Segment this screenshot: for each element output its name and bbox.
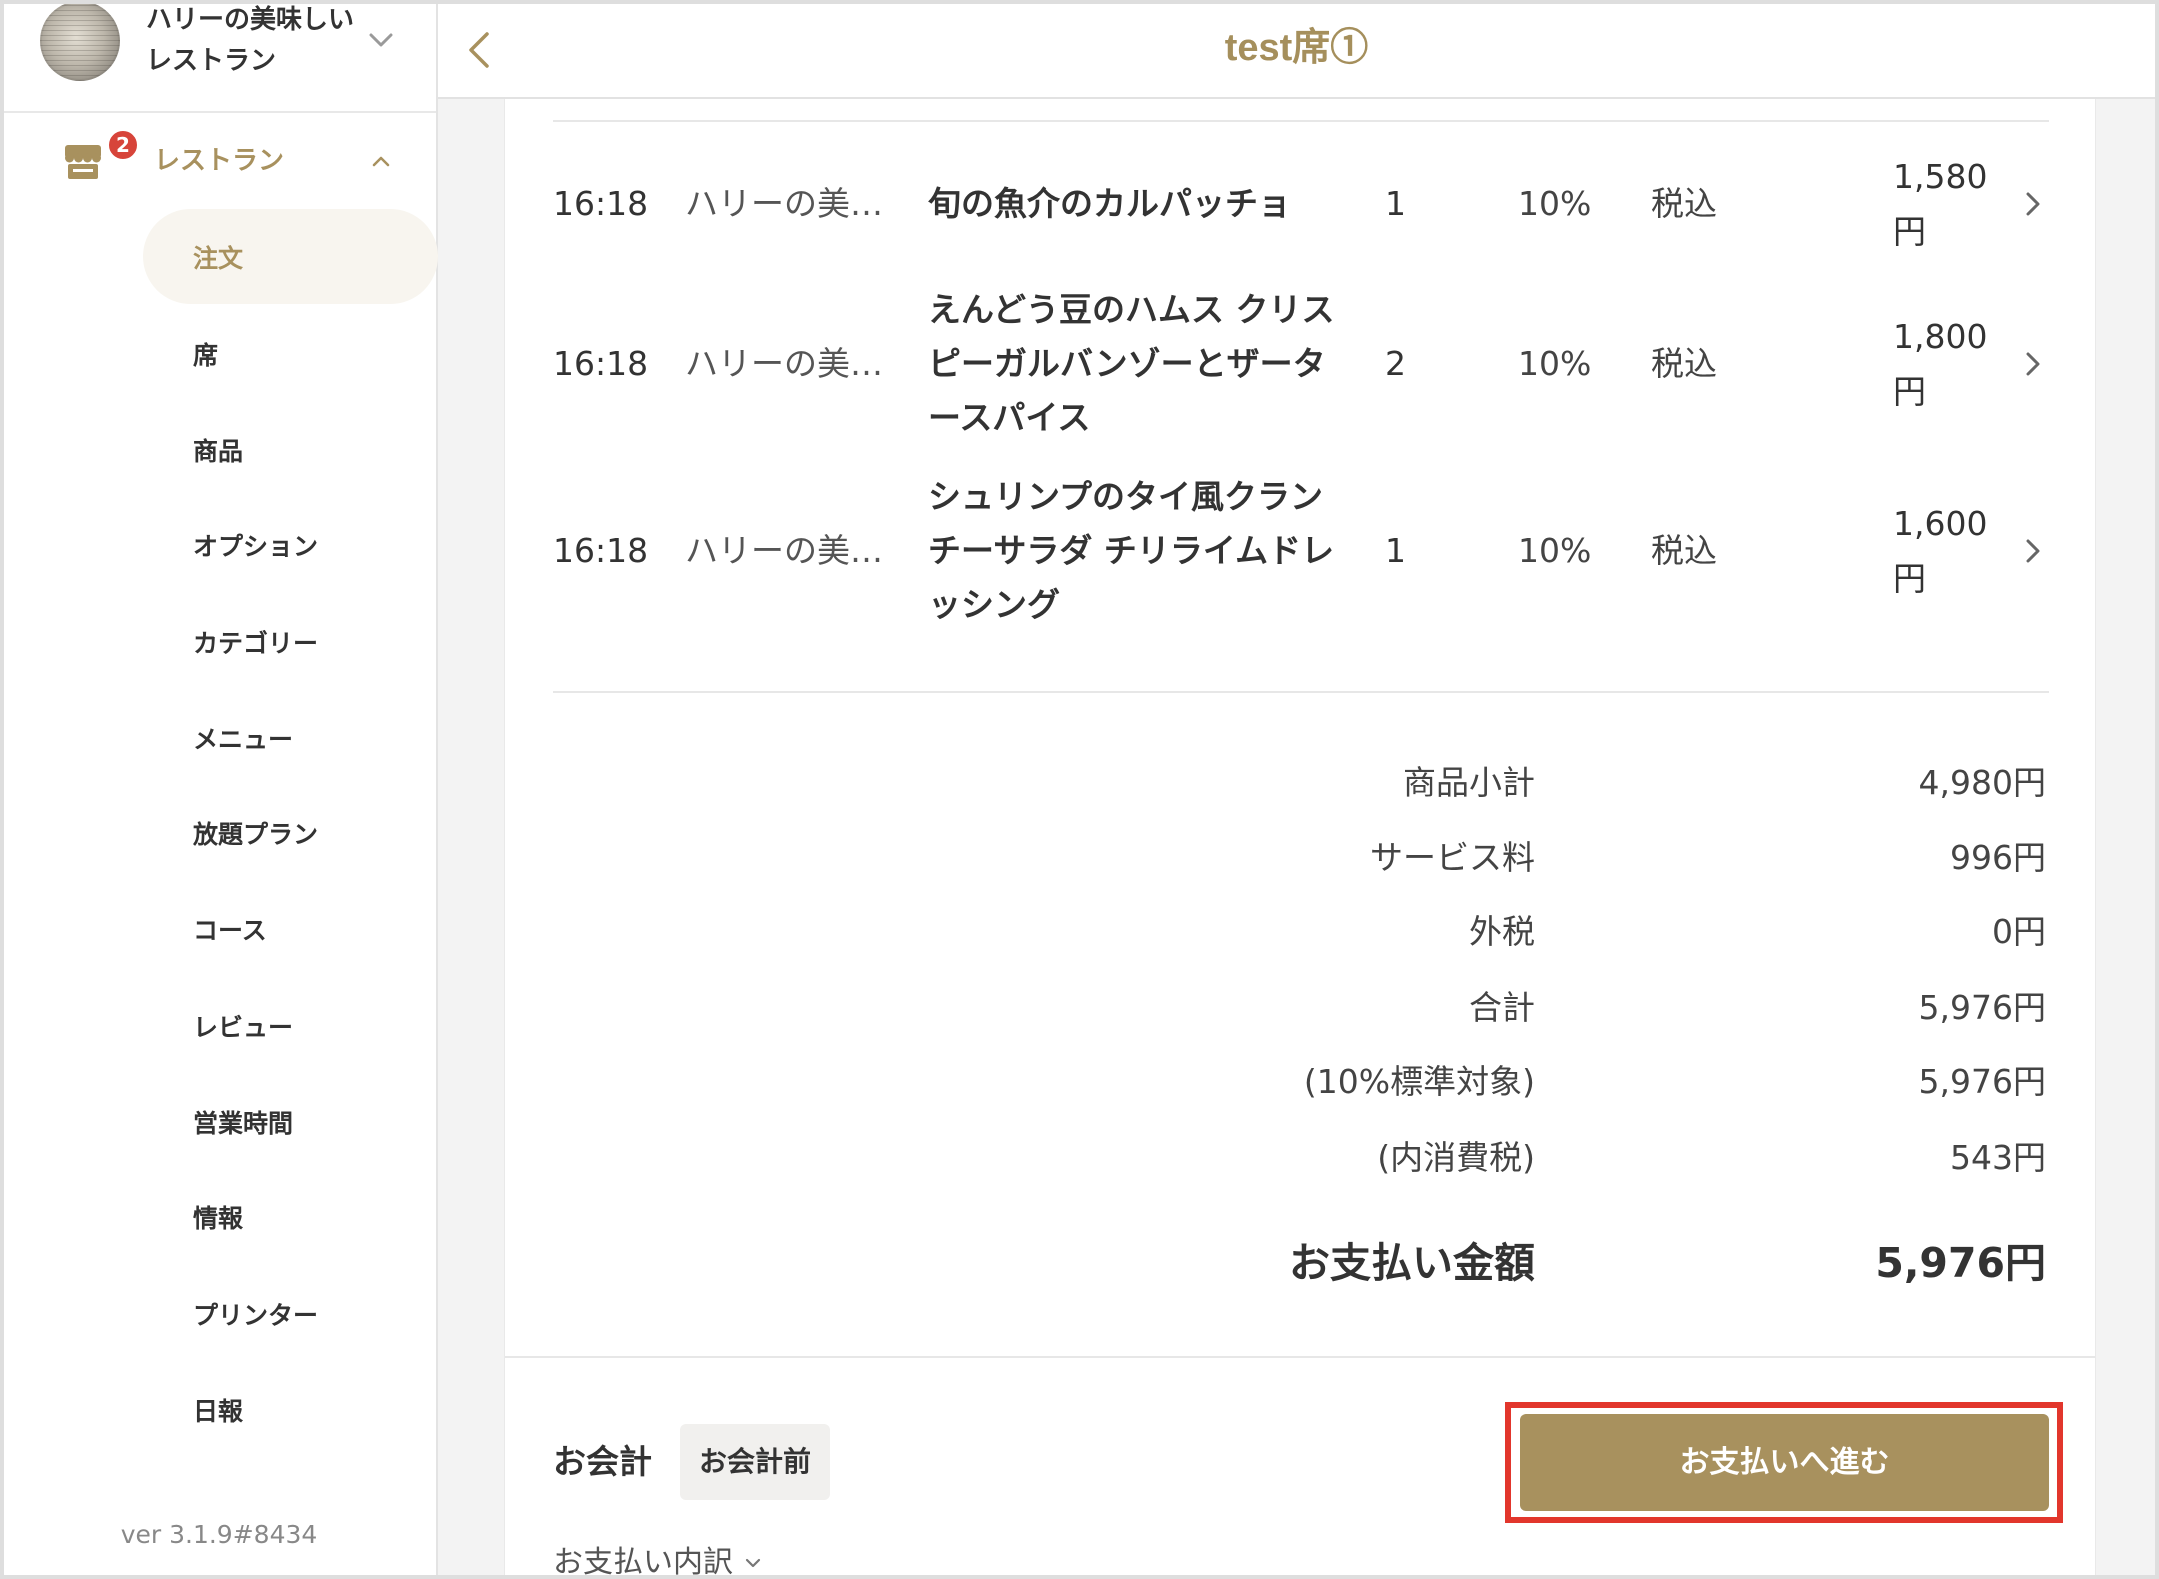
summary-value: 5,976円: [1918, 988, 2046, 1027]
order-price: 1,580円: [1893, 157, 1988, 251]
summary-value: 996円: [1950, 838, 2046, 877]
order-row[interactable]: 16:18 ハリーの美… えんどう豆のハムス クリスピーガルバンゾーとザータース…: [553, 282, 2049, 446]
order-tax-rate: 10%: [1518, 184, 1592, 223]
page-title: test席①: [1224, 27, 1369, 69]
sidebar-item-seats[interactable]: 席: [143, 306, 438, 401]
restaurant-name: ハリーの美味しいレストラン: [146, 5, 355, 76]
order-store: ハリーの美…: [685, 184, 883, 223]
order-time: 16:18: [553, 184, 649, 223]
summary-label: (10%標準対象): [1303, 1062, 1535, 1101]
order-detail-card: 16:18 ハリーの美… 旬の魚介のカルパッチョ 1 10% 税込 1,580円…: [504, 99, 2096, 1579]
sidebar-item-label: プリンター: [193, 1300, 319, 1330]
summary-label: 外税: [1469, 912, 1535, 951]
summary-label: 商品小計: [1403, 763, 1535, 802]
account-switcher[interactable]: ハリーの美味しいレストラン: [0, 0, 436, 113]
sidebar-item-label: 商品: [193, 436, 244, 466]
nav-section-restaurant[interactable]: 2 レストラン: [50, 125, 420, 197]
divider: [553, 691, 2049, 693]
sidebar-item-info[interactable]: 情報: [143, 1169, 438, 1264]
summary-value: 5,976円: [1918, 1062, 2046, 1101]
sidebar-item-label: カテゴリー: [193, 628, 319, 658]
order-tax-rate: 10%: [1518, 344, 1592, 383]
payment-breakdown-toggle[interactable]: お支払い内訳: [553, 1546, 761, 1579]
summary-value: 0円: [1992, 912, 2046, 951]
summary-value: 4,980円: [1918, 763, 2046, 802]
status-badge: お会計前: [680, 1424, 830, 1500]
order-row[interactable]: 16:18 ハリーの美… 旬の魚介のカルパッチョ 1 10% 税込 1,580円: [553, 149, 2049, 259]
divider: [553, 120, 2049, 122]
sidebar-item-label: 日報: [193, 1396, 244, 1426]
sidebar-item-label: レビュー: [193, 1012, 294, 1042]
order-tax-type: 税込: [1651, 184, 1717, 223]
order-item-name: 旬の魚介のカルパッチョ: [928, 184, 1291, 223]
order-time: 16:18: [553, 344, 649, 383]
chevron-down-icon[interactable]: [368, 32, 394, 48]
summary-label: サービス料: [1370, 838, 1535, 877]
order-row[interactable]: 16:18 ハリーの美… シュリンプのタイ風クランチーサラダ チリライムドレッシ…: [553, 469, 2049, 633]
avatar: [40, 1, 120, 81]
order-store: ハリーの美…: [685, 531, 883, 570]
summary-value: 543円: [1950, 1138, 2046, 1177]
payment-breakdown-label: お支払い内訳: [553, 1545, 733, 1579]
version-label: ver 3.1.9#8434: [120, 1520, 318, 1549]
order-quantity: 1: [1385, 184, 1406, 223]
order-tax-type: 税込: [1651, 344, 1717, 383]
sidebar-item-label: メニュー: [193, 724, 294, 754]
order-price: 1,800円: [1893, 317, 1988, 411]
order-time: 16:18: [553, 531, 649, 570]
chevron-down-icon: [745, 1558, 761, 1567]
sidebar-item-courses[interactable]: コース: [143, 881, 438, 976]
order-price: 1,600円: [1893, 504, 1988, 598]
order-item-name: シュリンプのタイ風クランチーサラダ チリライムドレッシング: [928, 477, 1335, 624]
sidebar-item-label: 席: [193, 340, 219, 370]
notification-badge: 2: [107, 129, 139, 161]
order-tax-type: 税込: [1651, 531, 1717, 570]
sidebar-item-label: 放題プラン: [193, 819, 319, 849]
proceed-to-payment-button[interactable]: お支払いへ進む: [1520, 1414, 2049, 1511]
summary-label: 合計: [1469, 988, 1535, 1027]
order-tax-rate: 10%: [1518, 531, 1592, 570]
sidebar-item-daily-report[interactable]: 日報: [143, 1362, 438, 1457]
sidebar-item-menu[interactable]: メニュー: [143, 690, 438, 785]
sidebar: ハリーの美味しいレストラン 2 レストラン 注文 席 商品 オプション カテゴリ…: [0, 0, 438, 1579]
store-icon: [65, 145, 101, 179]
chevron-right-icon[interactable]: [2025, 538, 2041, 564]
nav-section-label: レストラン: [154, 146, 285, 176]
sidebar-item-products[interactable]: 商品: [143, 402, 438, 497]
sidebar-item-business-hours[interactable]: 営業時間: [143, 1074, 438, 1169]
sidebar-item-unlimited-plans[interactable]: 放題プラン: [143, 785, 438, 880]
page-header: test席①: [438, 0, 2159, 99]
chevron-right-icon[interactable]: [2025, 191, 2041, 217]
order-quantity: 2: [1385, 344, 1406, 383]
sidebar-item-reviews[interactable]: レビュー: [143, 978, 438, 1073]
footer-divider: [505, 1356, 2095, 1358]
sidebar-item-label: オプション: [193, 531, 319, 561]
chevron-right-icon[interactable]: [2025, 351, 2041, 377]
sidebar-item-categories[interactable]: カテゴリー: [143, 594, 438, 689]
chevron-up-icon[interactable]: [372, 155, 390, 167]
sidebar-item-orders[interactable]: 注文: [143, 209, 438, 304]
order-quantity: 1: [1385, 531, 1406, 570]
sidebar-item-options[interactable]: オプション: [143, 497, 438, 592]
sidebar-item-label: 営業時間: [193, 1108, 294, 1138]
total-label: お支払い金額: [1289, 1239, 1535, 1287]
app-window: ハリーの美味しいレストラン 2 レストラン 注文 席 商品 オプション カテゴリ…: [0, 0, 2159, 1579]
order-item-name: えんどう豆のハムス クリスピーガルバンゾーとザータースパイス: [928, 290, 1335, 437]
sidebar-item-label: コース: [193, 915, 267, 945]
sidebar-item-label: 注文: [193, 243, 244, 273]
total-value: 5,976円: [1875, 1239, 2046, 1287]
main-content: 16:18 ハリーの美… 旬の魚介のカルパッチョ 1 10% 税込 1,580円…: [438, 99, 2159, 1579]
summary-label: (内消費税): [1377, 1138, 1535, 1177]
sidebar-item-printers[interactable]: プリンター: [143, 1266, 438, 1361]
order-store: ハリーの美…: [685, 344, 883, 383]
sidebar-item-label: 情報: [193, 1203, 244, 1233]
checkout-label: お会計: [553, 1442, 652, 1481]
